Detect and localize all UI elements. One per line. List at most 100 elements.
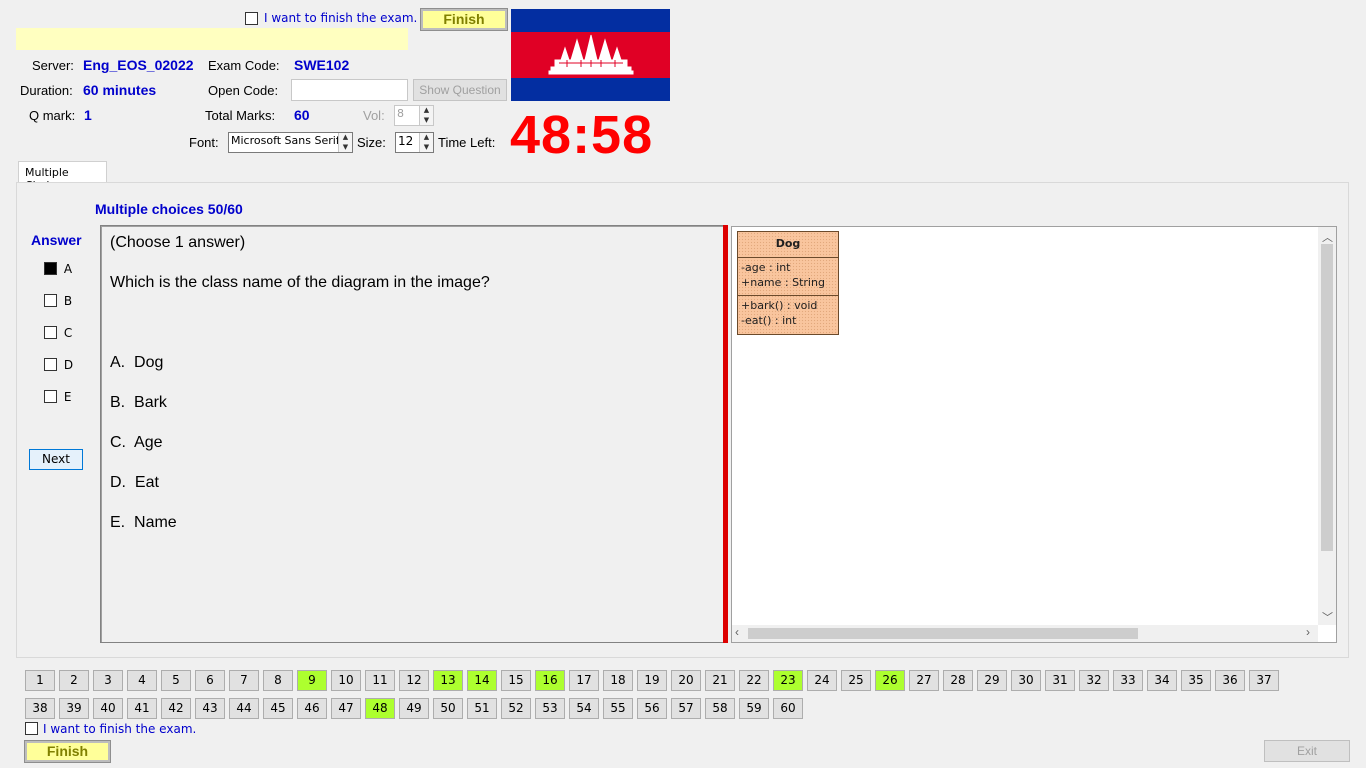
question-nav-button-40[interactable]: 40	[93, 698, 123, 719]
question-nav-button-48[interactable]: 48	[365, 698, 395, 719]
question-nav-button-47[interactable]: 47	[331, 698, 361, 719]
question-nav-button-8[interactable]: 8	[263, 670, 293, 691]
answer-option-b[interactable]: B	[44, 293, 72, 308]
question-nav-button-18[interactable]: 18	[603, 670, 633, 691]
spin-down-icon[interactable]: ▼	[339, 143, 352, 153]
question-nav-button-56[interactable]: 56	[637, 698, 667, 719]
question-nav-button-41[interactable]: 41	[127, 698, 157, 719]
question-nav-button-5[interactable]: 5	[161, 670, 191, 691]
image-vertical-scrollbar[interactable]: ︿ ﹀	[1318, 227, 1336, 625]
question-nav-button-28[interactable]: 28	[943, 670, 973, 691]
question-nav-button-22[interactable]: 22	[739, 670, 769, 691]
question-nav-button-46[interactable]: 46	[297, 698, 327, 719]
question-nav-button-34[interactable]: 34	[1147, 670, 1177, 691]
question-nav-button-26[interactable]: 26	[875, 670, 905, 691]
question-nav-button-7[interactable]: 7	[229, 670, 259, 691]
question-nav-button-31[interactable]: 31	[1045, 670, 1075, 691]
tab-multiple-choices[interactable]: Multiple Choices	[18, 161, 107, 192]
question-nav-button-39[interactable]: 39	[59, 698, 89, 719]
question-nav-button-45[interactable]: 45	[263, 698, 293, 719]
question-nav-button-57[interactable]: 57	[671, 698, 701, 719]
question-nav-button-10[interactable]: 10	[331, 670, 361, 691]
open-code-input[interactable]	[291, 79, 408, 101]
question-nav-button-53[interactable]: 53	[535, 698, 565, 719]
question-nav-button-30[interactable]: 30	[1011, 670, 1041, 691]
top-finish-check-label[interactable]: I want to finish the exam.	[264, 11, 417, 25]
question-nav-button-33[interactable]: 33	[1113, 670, 1143, 691]
scroll-right-icon[interactable]: ›	[1306, 625, 1310, 639]
bottom-finish-checkbox[interactable]	[25, 722, 38, 735]
question-nav-button-54[interactable]: 54	[569, 698, 599, 719]
question-nav-button-24[interactable]: 24	[807, 670, 837, 691]
question-nav-button-20[interactable]: 20	[671, 670, 701, 691]
question-nav-button-58[interactable]: 58	[705, 698, 735, 719]
question-nav-button-49[interactable]: 49	[399, 698, 429, 719]
question-nav-button-25[interactable]: 25	[841, 670, 871, 691]
bottom-finish-check-label[interactable]: I want to finish the exam.	[43, 722, 196, 736]
question-nav-button-42[interactable]: 42	[161, 698, 191, 719]
answer-option-c[interactable]: C	[44, 325, 72, 340]
question-nav-button-59[interactable]: 59	[739, 698, 769, 719]
answer-a-checkbox[interactable]	[44, 262, 57, 275]
question-nav-button-55[interactable]: 55	[603, 698, 633, 719]
spin-down-icon[interactable]: ▼	[420, 116, 433, 126]
question-nav-button-14[interactable]: 14	[467, 670, 497, 691]
scroll-left-icon[interactable]: ‹	[735, 625, 739, 639]
next-button[interactable]: Next	[29, 449, 83, 470]
question-nav-button-50[interactable]: 50	[433, 698, 463, 719]
scroll-down-icon[interactable]: ﹀	[1322, 609, 1333, 625]
question-nav-button-36[interactable]: 36	[1215, 670, 1245, 691]
answer-e-checkbox[interactable]	[44, 390, 57, 403]
question-nav-button-44[interactable]: 44	[229, 698, 259, 719]
bottom-finish-button[interactable]: Finish	[24, 740, 111, 763]
question-nav-button-23[interactable]: 23	[773, 670, 803, 691]
question-nav-button-52[interactable]: 52	[501, 698, 531, 719]
question-nav-button-32[interactable]: 32	[1079, 670, 1109, 691]
question-nav-button-1[interactable]: 1	[25, 670, 55, 691]
spin-up-icon[interactable]: ▲	[420, 133, 433, 143]
question-nav-button-12[interactable]: 12	[399, 670, 429, 691]
answer-option-d[interactable]: D	[44, 357, 73, 372]
question-nav-button-38[interactable]: 38	[25, 698, 55, 719]
horizontal-scroll-thumb[interactable]	[748, 628, 1138, 639]
size-spin-arrows[interactable]: ▲ ▼	[419, 133, 433, 152]
scroll-up-icon[interactable]: ︿	[1322, 229, 1333, 245]
question-nav-button-21[interactable]: 21	[705, 670, 735, 691]
answer-b-checkbox[interactable]	[44, 294, 57, 307]
question-nav-button-4[interactable]: 4	[127, 670, 157, 691]
vertical-scroll-thumb[interactable]	[1321, 244, 1333, 551]
question-nav-button-3[interactable]: 3	[93, 670, 123, 691]
vol-spin-arrows[interactable]: ▲ ▼	[419, 106, 433, 125]
question-nav-button-60[interactable]: 60	[773, 698, 803, 719]
question-nav-button-17[interactable]: 17	[569, 670, 599, 691]
question-nav-button-35[interactable]: 35	[1181, 670, 1211, 691]
size-spinner[interactable]: 12 ▲ ▼	[395, 132, 434, 153]
font-spin-arrows[interactable]: ▲ ▼	[338, 133, 352, 152]
question-nav-button-19[interactable]: 19	[637, 670, 667, 691]
question-nav-button-27[interactable]: 27	[909, 670, 939, 691]
font-selector[interactable]: Microsoft Sans Serif ▲ ▼	[228, 132, 353, 153]
spin-up-icon[interactable]: ▲	[339, 133, 352, 143]
question-nav-button-29[interactable]: 29	[977, 670, 1007, 691]
question-nav-button-16[interactable]: 16	[535, 670, 565, 691]
image-horizontal-scrollbar[interactable]: ‹ ›	[732, 625, 1318, 642]
show-question-button[interactable]: Show Question	[413, 79, 507, 101]
exit-button[interactable]: Exit	[1264, 740, 1350, 762]
question-nav-button-6[interactable]: 6	[195, 670, 225, 691]
top-finish-checkbox[interactable]	[245, 12, 258, 25]
spin-down-icon[interactable]: ▼	[420, 143, 433, 153]
answer-c-checkbox[interactable]	[44, 326, 57, 339]
answer-d-checkbox[interactable]	[44, 358, 57, 371]
question-nav-button-13[interactable]: 13	[433, 670, 463, 691]
answer-option-e[interactable]: E	[44, 389, 71, 404]
question-nav-button-37[interactable]: 37	[1249, 670, 1279, 691]
spin-up-icon[interactable]: ▲	[420, 106, 433, 116]
question-nav-button-43[interactable]: 43	[195, 698, 225, 719]
question-nav-button-2[interactable]: 2	[59, 670, 89, 691]
question-nav-button-11[interactable]: 11	[365, 670, 395, 691]
question-nav-button-51[interactable]: 51	[467, 698, 497, 719]
question-nav-button-9[interactable]: 9	[297, 670, 327, 691]
top-finish-button[interactable]: Finish	[420, 8, 508, 31]
answer-option-a[interactable]: A	[44, 261, 72, 276]
vol-spinner[interactable]: 8 ▲ ▼	[394, 105, 434, 126]
